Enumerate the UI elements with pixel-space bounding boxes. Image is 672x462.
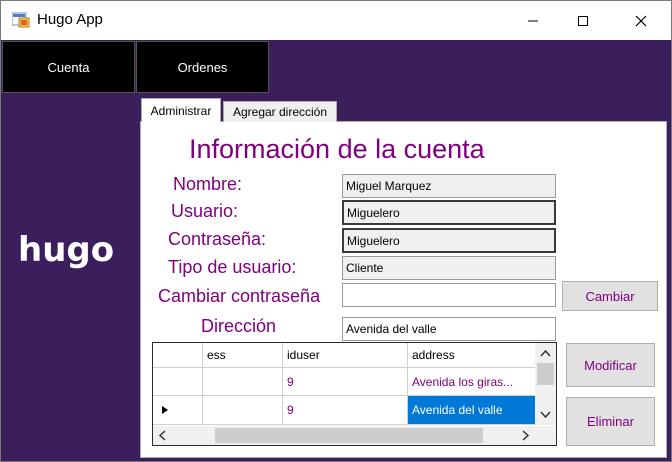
usuario-label: Usuario: bbox=[171, 201, 239, 221]
window-title: Hugo App bbox=[37, 11, 103, 28]
grid-cell-selected[interactable]: Avenida del valle bbox=[408, 396, 535, 425]
grid-row-header[interactable] bbox=[153, 368, 203, 396]
tab-administrar[interactable]: Administrar bbox=[141, 98, 221, 122]
page-title: Información de la cuenta bbox=[189, 134, 485, 164]
minimize-button[interactable] bbox=[510, 1, 556, 40]
grid-cell[interactable]: 9 bbox=[283, 396, 408, 425]
tipo-usuario-label: Tipo de usuario: bbox=[168, 257, 297, 277]
grid-row-header[interactable] bbox=[153, 396, 203, 425]
hugo-logo: hugo bbox=[18, 230, 115, 270]
app-icon bbox=[11, 12, 30, 28]
app-window: Hugo App Cuenta Ordenes hugo Administrar… bbox=[0, 0, 672, 462]
scrollbar-corner bbox=[535, 426, 556, 445]
close-button[interactable] bbox=[618, 1, 664, 40]
nav-cuenta-button[interactable]: Cuenta bbox=[2, 41, 135, 93]
vertical-scrollbar-graphic bbox=[537, 349, 554, 419]
scroll-left-icon bbox=[158, 430, 166, 441]
maximize-button[interactable] bbox=[560, 1, 606, 40]
nombre-label: Nombre: bbox=[173, 174, 243, 194]
cambiar-password-input[interactable] bbox=[342, 283, 556, 307]
grid-vertical-scrollbar[interactable] bbox=[535, 343, 556, 425]
grid-column-header[interactable]: address bbox=[408, 343, 535, 368]
tipo-usuario-field[interactable]: Cliente bbox=[342, 256, 556, 280]
minimize-icon bbox=[528, 20, 538, 21]
vertical-scroll-thumb bbox=[537, 363, 554, 385]
nav-ordenes-button[interactable]: Ordenes bbox=[136, 41, 269, 93]
maximize-icon bbox=[578, 15, 588, 26]
password-field[interactable]: Miguelero bbox=[342, 228, 556, 253]
cambiar-password-label: Cambiar contraseña bbox=[158, 286, 321, 306]
title-bar: Hugo App bbox=[1, 1, 671, 40]
modificar-button[interactable]: Modificar bbox=[566, 343, 655, 387]
scroll-down-icon bbox=[540, 411, 551, 419]
eliminar-button[interactable]: Eliminar bbox=[566, 397, 655, 446]
grid-horizontal-scrollbar[interactable] bbox=[153, 426, 535, 445]
address-grid[interactable]: ess iduser address 9 Avenida los giras..… bbox=[152, 342, 557, 446]
grid-cell[interactable]: 9 bbox=[283, 368, 408, 396]
direccion-label: Dirección bbox=[201, 316, 277, 336]
grid-cell[interactable]: Avenida los giras... bbox=[408, 368, 535, 396]
usuario-field[interactable]: Miguelero bbox=[342, 200, 556, 225]
password-label: Contraseña: bbox=[168, 229, 267, 249]
scroll-up-icon bbox=[540, 349, 551, 357]
grid-cell[interactable] bbox=[203, 396, 283, 425]
horizontal-scroll-thumb bbox=[215, 428, 483, 443]
grid-column-header[interactable]: ess bbox=[203, 343, 283, 368]
grid-column-header[interactable]: iduser bbox=[283, 343, 408, 368]
nombre-field[interactable]: Miguel Marquez bbox=[342, 174, 556, 198]
close-icon bbox=[635, 15, 647, 26]
scroll-right-icon bbox=[522, 430, 530, 441]
tab-agregar-direccion[interactable]: Agregar dirección bbox=[223, 101, 337, 122]
direccion-input[interactable]: Avenida del valle bbox=[342, 317, 556, 341]
current-row-indicator-icon bbox=[162, 406, 168, 414]
grid-row-header-corner bbox=[153, 343, 203, 368]
horizontal-scrollbar-graphic bbox=[158, 428, 530, 443]
cambiar-button[interactable]: Cambiar bbox=[562, 281, 658, 311]
grid-cell[interactable] bbox=[203, 368, 283, 396]
